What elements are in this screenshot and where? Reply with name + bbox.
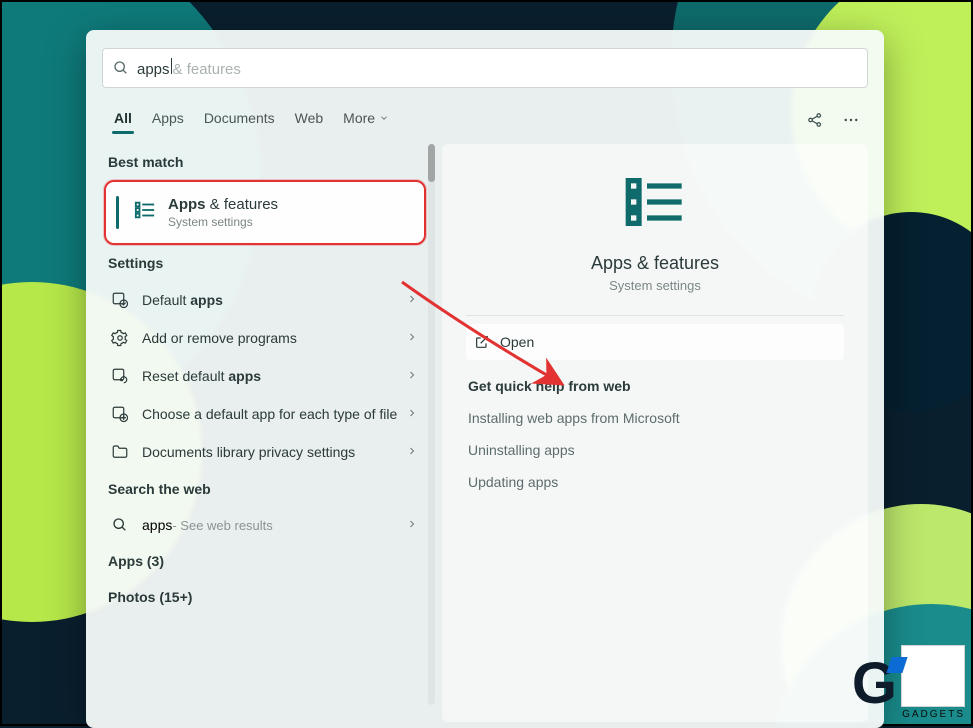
search-icon xyxy=(108,517,132,533)
settings-item-documents-privacy[interactable]: Documents library privacy settings xyxy=(104,433,426,471)
settings-item-choose-default-per-filetype[interactable]: Choose a default app for each type of fi… xyxy=(104,395,426,433)
best-match-result[interactable]: Apps & features System settings xyxy=(104,180,426,245)
settings-item-default-apps[interactable]: Default apps xyxy=(104,281,426,319)
folder-icon xyxy=(108,443,132,461)
reset-apps-icon xyxy=(108,367,132,385)
selection-accent xyxy=(116,196,119,229)
tab-apps[interactable]: Apps xyxy=(142,104,194,136)
chevron-right-icon xyxy=(406,330,418,346)
search-typed-text: apps xyxy=(137,61,170,78)
tab-web[interactable]: Web xyxy=(285,104,334,136)
web-search-term: apps xyxy=(142,517,172,533)
section-settings: Settings xyxy=(104,245,426,281)
search-placeholder-hint: & features xyxy=(173,61,241,78)
gear-icon xyxy=(108,329,132,347)
section-apps[interactable]: Apps (3) xyxy=(104,543,426,579)
apps-features-large-icon xyxy=(623,170,687,239)
search-bar[interactable]: apps & features xyxy=(102,48,868,88)
preview-subtitle: System settings xyxy=(466,278,844,293)
open-external-icon xyxy=(474,334,490,350)
text-caret xyxy=(171,58,172,74)
file-type-icon xyxy=(108,405,132,423)
settings-item-label: Reset default apps xyxy=(142,368,406,384)
share-network-icon[interactable] xyxy=(806,111,824,129)
chevron-right-icon xyxy=(406,292,418,308)
result-preview-panel: Apps & features System settings Open Get… xyxy=(442,144,868,722)
settings-item-label: Default apps xyxy=(142,292,406,308)
divider-line xyxy=(466,315,844,316)
section-search-web: Search the web xyxy=(104,471,426,507)
chevron-down-icon xyxy=(379,113,389,123)
help-link[interactable]: Uninstalling apps xyxy=(466,434,844,466)
tab-all[interactable]: All xyxy=(104,104,142,136)
web-search-sublabel: - See web results xyxy=(172,518,272,533)
chevron-right-icon xyxy=(406,406,418,422)
settings-item-reset-default-apps[interactable]: Reset default apps xyxy=(104,357,426,395)
search-icon xyxy=(113,60,129,76)
settings-item-label: Choose a default app for each type of fi… xyxy=(142,406,406,422)
section-photos[interactable]: Photos (15+) xyxy=(104,579,426,615)
settings-item-add-remove-programs[interactable]: Add or remove programs xyxy=(104,319,426,357)
settings-item-label: Documents library privacy settings xyxy=(142,444,406,460)
default-apps-icon xyxy=(108,291,132,309)
watermark-logo-square xyxy=(901,645,965,707)
web-search-item[interactable]: apps - See web results xyxy=(104,507,426,543)
watermark: G GADGETS xyxy=(852,645,965,720)
search-filter-tabs: All Apps Documents Web More xyxy=(86,98,884,136)
results-scrollbar[interactable] xyxy=(426,138,436,722)
apps-features-list-icon xyxy=(134,199,156,226)
more-ellipsis-icon[interactable] xyxy=(842,111,860,129)
best-match-title: Apps & features xyxy=(168,196,278,213)
watermark-logo-letter: G xyxy=(852,661,897,707)
tab-more[interactable]: More xyxy=(333,104,399,136)
chevron-right-icon xyxy=(406,517,418,533)
watermark-text: GADGETS xyxy=(902,709,965,720)
section-best-match: Best match xyxy=(104,144,426,180)
open-button[interactable]: Open xyxy=(466,324,844,360)
results-left-column: Best match Apps & features System settin… xyxy=(86,138,426,722)
best-match-subtitle: System settings xyxy=(168,215,278,229)
tab-documents[interactable]: Documents xyxy=(194,104,285,136)
open-label: Open xyxy=(500,334,534,350)
help-link[interactable]: Installing web apps from Microsoft xyxy=(466,402,844,434)
quick-help-header: Get quick help from web xyxy=(466,360,844,402)
settings-item-label: Add or remove programs xyxy=(142,330,406,346)
search-input[interactable]: apps & features xyxy=(137,58,241,78)
help-link[interactable]: Updating apps xyxy=(466,466,844,498)
chevron-right-icon xyxy=(406,444,418,460)
windows-search-window: apps & features All Apps Documents Web M… xyxy=(86,30,884,728)
preview-title: Apps & features xyxy=(466,253,844,274)
chevron-right-icon xyxy=(406,368,418,384)
